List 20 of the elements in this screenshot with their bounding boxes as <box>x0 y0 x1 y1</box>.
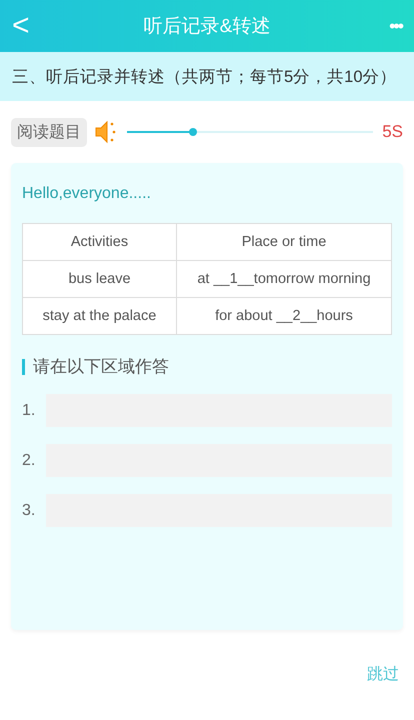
answer-number: 3. <box>22 502 36 520</box>
answer-heading: 请在以下区域作答 <box>33 356 169 378</box>
answer-number: 1. <box>22 402 36 420</box>
table-cell: stay at the palace <box>22 298 176 334</box>
countdown: 5S <box>381 122 403 142</box>
table-cell: at __1__tomorrow morning <box>176 260 392 298</box>
intro-text: Hello,everyone..... <box>22 185 152 203</box>
answer-number: 2. <box>22 452 36 470</box>
read-question-button[interactable]: 阅读题目 <box>11 118 87 146</box>
table-cell: Activities <box>22 224 176 260</box>
section-title: 三、听后记录并转述（共两节；每节5分，共10分） <box>12 66 397 88</box>
skip-button[interactable]: 跳过 <box>367 664 399 685</box>
table-cell: bus leave <box>22 260 176 298</box>
table-cell: for about __2__hours <box>176 298 392 334</box>
page-title: 听后记录&转述 <box>142 15 272 39</box>
back-button[interactable]: < <box>12 11 52 41</box>
progress-handle[interactable] <box>189 128 198 136</box>
speaker-icon[interactable] <box>95 119 117 145</box>
table-cell: Place or time <box>176 224 392 260</box>
more-button[interactable]: ••• <box>362 16 402 36</box>
